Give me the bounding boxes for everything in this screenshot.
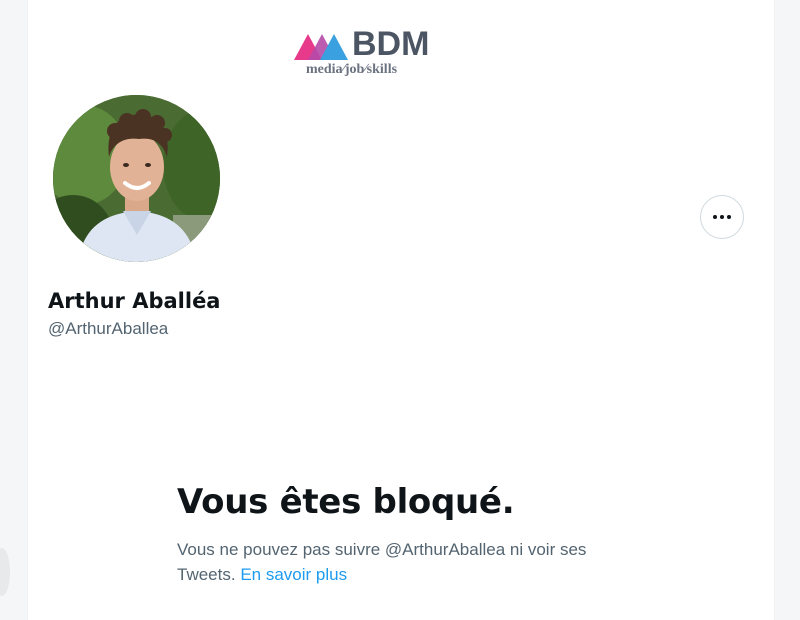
more-options-button[interactable] (700, 195, 744, 239)
blocked-message-text: Vous ne pouvez pas suivre @ArthurAballea… (177, 540, 587, 584)
bdm-logo-wordmark: BDM (352, 25, 430, 63)
bdm-watermark-logo: BDM media∕job∕skills (294, 25, 444, 84)
bdm-logo-mark-icon (294, 34, 348, 60)
profile-avatar[interactable] (53, 95, 220, 262)
more-horizontal-icon (713, 215, 731, 219)
bdm-logo-tagline: media∕job∕skills (306, 62, 398, 77)
profile-handle: @ArthurAballea (48, 319, 169, 338)
blocked-title: Vous êtes bloqué. (177, 482, 515, 522)
blocked-message: Vous ne pouvez pas suivre @ArthurAballea… (177, 537, 647, 587)
learn-more-link[interactable]: En savoir plus (240, 565, 347, 584)
page: BDM media∕job∕skills Arthur Aballéa @Art… (0, 0, 800, 620)
left-edge-decoration (0, 548, 10, 596)
avatar-photo-illustration (53, 95, 220, 262)
profile-display-name: Arthur Aballéa (48, 289, 221, 313)
